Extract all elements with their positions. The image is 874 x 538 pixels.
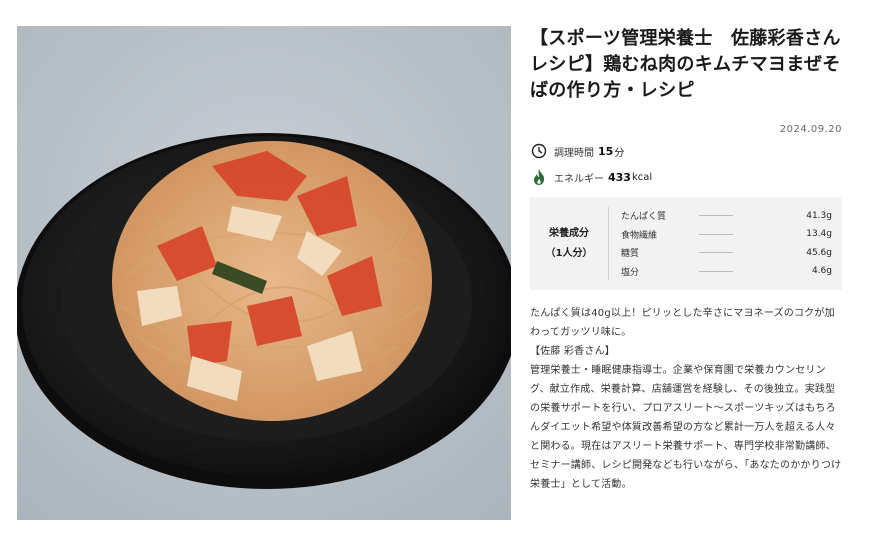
flame-icon	[530, 168, 548, 186]
clock-icon	[530, 142, 548, 160]
nutrition-row: たんぱく質 41.3g	[621, 207, 832, 224]
nutrient-divider	[699, 252, 733, 254]
nutrient-divider	[699, 233, 733, 235]
cook-time-value: 15	[598, 144, 614, 158]
author-bio: 管理栄養士・睡眠健康指導士。企業や保育園で栄養カウンセリング、献立作成、栄養計算…	[530, 365, 842, 490]
nutrition-heading: 栄養成分 （1人分）	[530, 207, 608, 280]
author-heading: 【佐藤 彩香さん】	[530, 346, 615, 357]
cook-time-unit: 分	[614, 147, 625, 159]
recipe-description: たんぱく質は40g以上！ピリッとした辛さにマヨネーズのコクが加わってガッツリ味に…	[530, 304, 842, 494]
nutrition-serving: （1人分）	[545, 247, 593, 259]
energy-unit: kcal	[631, 171, 653, 183]
nutrient-divider	[699, 270, 733, 272]
recipe-info: 【スポーツ管理栄養士 佐藤彩香さんレシピ】鶏むね肉のキムチマヨまぜそばの作り方・…	[530, 26, 842, 494]
recipe-title: 【スポーツ管理栄養士 佐藤彩香さんレシピ】鶏むね肉のキムチマヨまぜそばの作り方・…	[530, 28, 841, 101]
nutrient-value: 13.4g	[806, 229, 832, 240]
cook-time: 調理時間 15 分	[530, 141, 842, 161]
nutrition-row: 糖質 45.6g	[621, 244, 832, 261]
description-intro: たんぱく質は40g以上！ピリッとした辛さにマヨネーズのコクが加わってガッツリ味に…	[530, 308, 835, 338]
energy-label: エネルギー	[554, 173, 604, 185]
nutrient-name: 塩分	[621, 267, 640, 278]
nutrient-name: 食物繊維	[621, 230, 658, 241]
cook-time-label: 調理時間	[554, 147, 594, 159]
nutrient-divider	[699, 215, 733, 216]
recipe-photo	[17, 26, 511, 520]
energy: エネルギー 433 kcal	[530, 167, 842, 187]
publish-date: 2024.09.20	[779, 124, 842, 135]
nutrient-value: 41.3g	[806, 210, 832, 221]
nutrient-value: 45.6g	[806, 247, 832, 258]
nutrition-title: 栄養成分	[549, 227, 589, 239]
nutrition-row: 塩分 4.6g	[621, 263, 832, 280]
nutrient-name: たんぱく質	[621, 212, 667, 222]
nutrition-panel: 栄養成分 （1人分） たんぱく質 41.3g 食物繊維 13.4g 糖質 45.…	[530, 197, 842, 290]
nutrition-list: たんぱく質 41.3g 食物繊維 13.4g 糖質 45.6g 塩分 4.6g	[608, 207, 832, 280]
nutrient-value: 4.6g	[811, 266, 832, 277]
nutrition-row: 食物繊維 13.4g	[621, 226, 832, 243]
energy-value: 433	[608, 170, 631, 184]
nutrient-name: 糖質	[621, 249, 640, 260]
